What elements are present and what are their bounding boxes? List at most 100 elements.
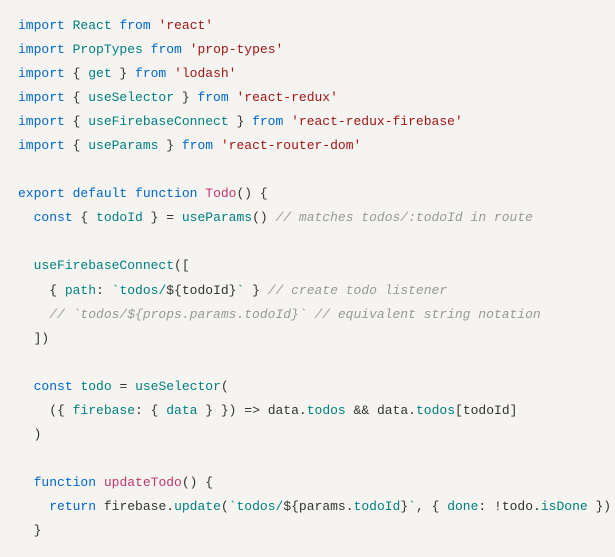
code-line: ]) <box>18 327 597 351</box>
token-punc: } = <box>143 210 182 225</box>
token-punc <box>65 18 73 33</box>
token-comment: // `todos/${props.params.todoId}` // equ… <box>49 307 540 322</box>
token-fn-name: updateTodo <box>104 475 182 490</box>
token-punc: [ <box>455 403 463 418</box>
token-kw: import <box>18 42 65 57</box>
token-tmpl: ` <box>408 499 416 514</box>
token-str: 'react-redux-firebase' <box>291 114 463 129</box>
token-punc: ]) <box>18 331 49 346</box>
token-tmpl: `todos/ <box>229 499 284 514</box>
token-punc: ({ <box>18 403 73 418</box>
token-kw: from <box>135 66 166 81</box>
token-punc: . <box>166 499 174 514</box>
token-fn-call: useFirebaseConnect <box>34 258 174 273</box>
token-punc: : ! <box>478 499 501 514</box>
token-punc: . <box>533 499 541 514</box>
code-line: import PropTypes from 'prop-types' <box>18 38 597 62</box>
token-var: todoId <box>182 283 229 298</box>
code-line: import { useParams } from 'react-router-… <box>18 134 597 158</box>
token-punc: () { <box>237 186 268 201</box>
token-var: data <box>268 403 299 418</box>
token-punc: } <box>18 523 41 538</box>
token-punc <box>18 499 49 514</box>
token-str: 'react-router-dom' <box>221 138 361 153</box>
token-punc: . <box>408 403 416 418</box>
token-comment: // create todo listener <box>268 283 447 298</box>
token-punc: () { <box>182 475 213 490</box>
token-prop: isDone <box>541 499 588 514</box>
token-punc: }) <box>588 499 611 514</box>
code-line: const todo = useSelector( <box>18 375 597 399</box>
token-def: PropTypes <box>73 42 143 57</box>
token-punc <box>213 138 221 153</box>
code-line: { path: `todos/${todoId}` } // create to… <box>18 279 597 303</box>
code-line: function updateTodo() { <box>18 471 597 495</box>
code-line <box>18 351 597 375</box>
token-kw: const <box>34 210 73 225</box>
token-kw: export <box>18 186 65 201</box>
token-def: todoId <box>96 210 143 225</box>
code-block: import React from 'react'import PropType… <box>18 14 597 543</box>
token-kw: import <box>18 18 65 33</box>
token-prop: done <box>447 499 478 514</box>
token-punc: ([ <box>174 258 190 273</box>
token-def: useParams <box>88 138 158 153</box>
token-punc <box>166 66 174 81</box>
token-punc: ( <box>221 499 229 514</box>
token-def: get <box>88 66 111 81</box>
code-line: ) <box>18 423 597 447</box>
token-var: params <box>299 499 346 514</box>
token-punc <box>65 42 73 57</box>
token-kw: from <box>119 18 150 33</box>
token-punc: { <box>18 283 65 298</box>
token-punc: } <box>174 90 197 105</box>
token-str: 'lodash' <box>174 66 236 81</box>
token-str: 'react-redux' <box>236 90 337 105</box>
token-punc: } <box>244 283 267 298</box>
token-punc <box>18 307 49 322</box>
token-def: React <box>73 18 112 33</box>
token-punc <box>96 475 104 490</box>
token-punc: { <box>65 114 88 129</box>
token-punc: ( <box>221 379 229 394</box>
code-line: useFirebaseConnect([ <box>18 254 597 278</box>
token-kw: from <box>197 90 228 105</box>
token-kw: import <box>18 114 65 129</box>
token-prop: todos <box>416 403 455 418</box>
token-prop: todos <box>307 403 346 418</box>
token-punc: } <box>229 114 252 129</box>
token-punc <box>18 258 34 273</box>
token-punc <box>65 186 73 201</box>
token-fn-call: update <box>174 499 221 514</box>
token-fn-name: Todo <box>205 186 236 201</box>
token-punc: () <box>252 210 275 225</box>
token-punc: } <box>112 66 135 81</box>
token-tmpl: `todos/ <box>112 283 167 298</box>
token-kw: import <box>18 138 65 153</box>
code-line: import { useFirebaseConnect } from 'reac… <box>18 110 597 134</box>
token-punc: ${ <box>283 499 299 514</box>
token-def: todo <box>80 379 111 394</box>
code-line: const { todoId } = useParams() // matche… <box>18 206 597 230</box>
token-punc: } <box>400 499 408 514</box>
token-punc: ] <box>510 403 518 418</box>
token-def: useSelector <box>88 90 174 105</box>
token-punc: { <box>73 210 96 225</box>
code-line: import React from 'react' <box>18 14 597 38</box>
token-fn-call: useParams <box>182 210 252 225</box>
code-line <box>18 447 597 471</box>
token-punc: . <box>299 403 307 418</box>
token-kw: import <box>18 90 65 105</box>
token-punc: && <box>346 403 377 418</box>
token-punc: : <box>96 283 112 298</box>
token-punc <box>96 499 104 514</box>
token-punc: { <box>65 90 88 105</box>
token-kw: return <box>49 499 96 514</box>
token-punc: { <box>65 138 88 153</box>
token-var: todo <box>502 499 533 514</box>
token-prop: firebase <box>73 403 135 418</box>
token-kw: function <box>135 186 197 201</box>
token-var: data <box>377 403 408 418</box>
token-punc: , { <box>416 499 447 514</box>
token-comment: // matches todos/:todoId in route <box>275 210 532 225</box>
